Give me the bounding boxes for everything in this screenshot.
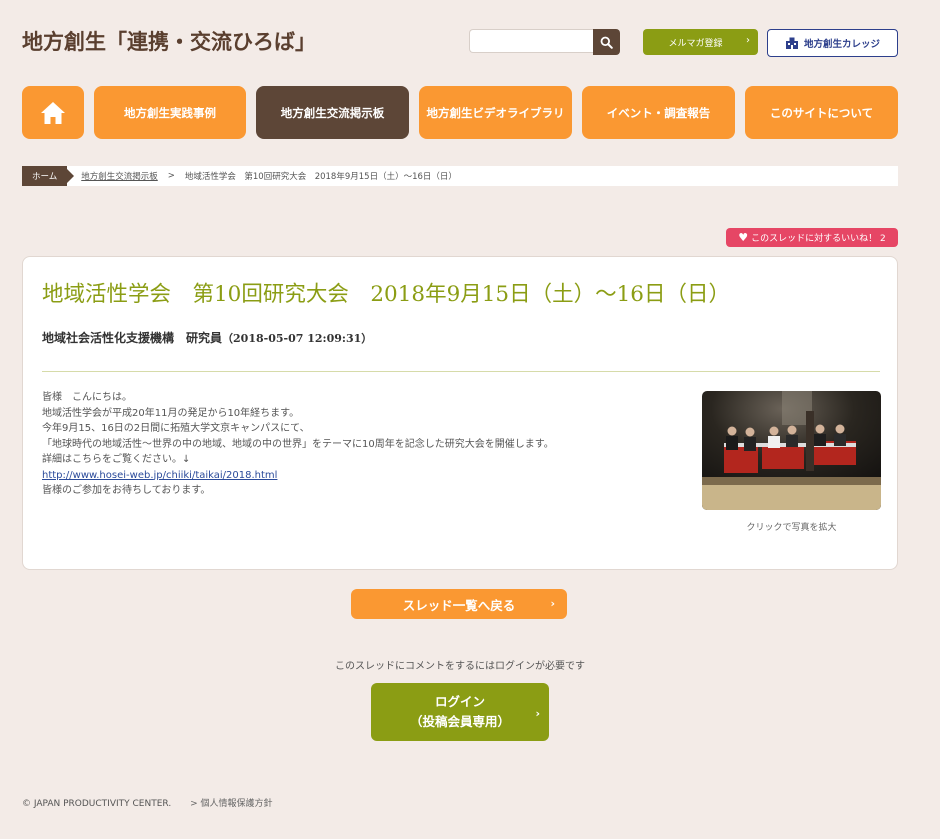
nav-events-reports[interactable]: イベント・調査報告 (582, 86, 735, 139)
magazine-signup-button[interactable]: メルマガ登録 › (643, 29, 758, 55)
college-button[interactable]: 地方創生カレッジ (767, 29, 898, 57)
body-line: 地域活性学会が平成20年11月の発足から10年経ちます。 (42, 407, 300, 419)
body-line: 今年9月15、16日の2日間に拓殖大学文京キャンパスにて、 (42, 423, 310, 434)
photo-caption: クリックで写真を拡大 (746, 523, 837, 533)
body-line: 「地球時代の地域活性～世界の中の地域、地域の中の世界」をテーマに10周年を記念し… (42, 438, 554, 450)
chevron-right-icon: › (535, 707, 540, 720)
body-closing: 皆様のご参加をお待ちしております。 (42, 485, 211, 496)
search-button[interactable] (593, 29, 620, 55)
conference-photo (702, 391, 881, 510)
login-label: ログイン (434, 694, 485, 709)
nav-bulletin-board[interactable]: 地方創生交流掲示板 (256, 86, 409, 139)
breadcrumb-separator: > (167, 171, 175, 181)
post-card: 地域活性学会 第10回研究大会 2018年9月15日（土）～16日（日） 地域社… (22, 256, 898, 570)
back-to-threads-label: スレッド一覧へ戻る (402, 597, 516, 613)
post-author: 地域社会活性化支援機構 研究員（2018-05-07 12:09:31） (42, 329, 372, 346)
breadcrumb-bulletin-link[interactable]: 地方創生交流掲示板 (81, 170, 158, 182)
nav-practice-cases[interactable]: 地方創生実践事例 (94, 86, 246, 139)
chevron-right-icon: › (550, 597, 555, 610)
login-button[interactable]: ログイン （投稿会員専用） › (371, 683, 549, 741)
search-bar (469, 29, 621, 55)
breadcrumb: ホーム 地方創生交流掲示板 > 地域活性学会 第10回研究大会 2018年9月1… (22, 166, 898, 186)
breadcrumb-home[interactable]: ホーム (22, 166, 75, 186)
heart-icon: ♥ (738, 231, 749, 244)
login-sublabel: （投稿会員専用） (409, 714, 510, 729)
back-to-threads-button[interactable]: スレッド一覧へ戻る › (351, 589, 567, 619)
divider (42, 371, 880, 372)
home-icon (41, 102, 65, 124)
footer: © JAPAN PRODUCTIVITY CENTER. > 個人情報保護方針 (22, 796, 272, 809)
post-body: 皆様 こんにちは。 地域活性学会が平成20年11月の発足から10年経ちます。 今… (42, 390, 554, 499)
author-name: 地域社会活性化支援機構 研究員 (42, 331, 223, 345)
copyright: © JAPAN PRODUCTIVITY CENTER. (22, 799, 172, 809)
post-photo[interactable] (702, 391, 881, 510)
magazine-signup-label: メルマガ登録 (668, 38, 723, 49)
post-title: 地域活性学会 第10回研究大会 2018年9月15日（土）～16日（日） (42, 282, 730, 307)
nav-about-site[interactable]: このサイトについて (745, 86, 898, 139)
site-title[interactable]: 地方創生「連携・交流ひろば」 (22, 26, 316, 56)
body-line: 詳細はこちらをご覧ください。↓ (42, 454, 191, 465)
privacy-policy-link[interactable]: > 個人情報保護方針 (190, 799, 272, 809)
college-label: 地方創生カレッジ (803, 39, 880, 50)
login-notice: このスレッドにコメントをするにはログインが必要です (335, 661, 585, 672)
chevron-right-icon: › (746, 35, 750, 46)
like-label: このスレッドに対するいいね！ 2 (751, 234, 886, 244)
like-button[interactable]: ♥ このスレッドに対するいいね！ 2 (726, 228, 898, 247)
nav-video-library[interactable]: 地方創生ビデオライブラリ (419, 86, 572, 139)
search-input[interactable] (469, 29, 593, 53)
body-line: 皆様 こんにちは。 (42, 392, 132, 403)
post-date: （2018-05-07 12:09:31） (222, 332, 373, 345)
nav-home-button[interactable] (22, 86, 84, 139)
building-icon (785, 37, 798, 49)
event-link[interactable]: http://www.hosei-web.jp/chiiki/taikai/20… (42, 470, 277, 481)
search-icon (600, 36, 613, 49)
breadcrumb-current: 地域活性学会 第10回研究大会 2018年9月15日（土）～16日（日） (184, 172, 457, 182)
